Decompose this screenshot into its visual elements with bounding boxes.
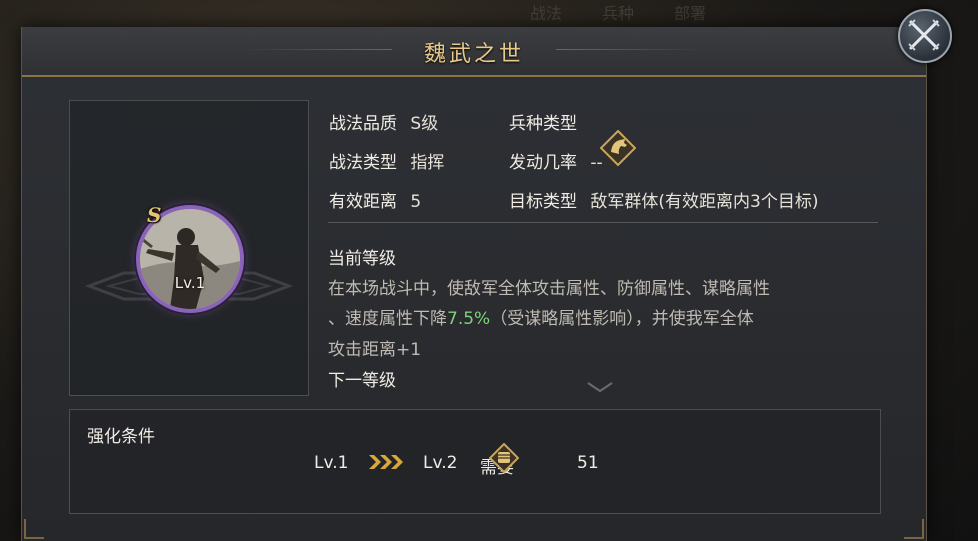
effect-value-highlight: 7.5%: [447, 309, 491, 329]
description-line-2: 、速度属性下降7.5%（受谋略属性影响），并使我军全体: [328, 304, 754, 329]
attr-troop-label: 兵种类型: [509, 114, 577, 134]
horse-head-icon[interactable]: [600, 130, 636, 166]
description-line-1: 在本场战斗中，使敌军全体攻击属性、防御属性、谋略属性: [328, 279, 770, 299]
grade-badge: S: [147, 203, 162, 227]
enhance-cost-value: 51: [577, 453, 599, 473]
corner-ornament-bl: [24, 519, 44, 539]
attr-quality-value: S级: [410, 114, 439, 134]
description-line-2b: （受谋略属性影响），并使我军全体: [490, 309, 754, 329]
enhance-from-level: Lv.1: [314, 453, 349, 473]
scroll-down-chevron-icon[interactable]: [586, 381, 614, 393]
attr-type: 战法类型 指挥: [329, 148, 444, 173]
attr-target-value: 敌军群体(有效距离内3个目标): [590, 192, 819, 212]
fist-token-icon: [489, 443, 519, 473]
attr-range: 有效距离 5: [329, 187, 421, 212]
attr-target-label: 目标类型: [509, 192, 577, 212]
current-level-heading: 当前等级: [328, 249, 396, 269]
triple-chevron-arrow-icon: [369, 455, 403, 469]
attr-type-value: 指挥: [410, 153, 445, 173]
attr-range-value: 5: [410, 192, 422, 212]
dialog-title-bar: 魏武之世: [22, 27, 926, 77]
bg-tab-1: 战法: [530, 4, 563, 23]
bg-tab-2: 兵种: [602, 4, 635, 23]
crossed-swords-close-icon: [908, 19, 940, 51]
next-level-heading: 下一等级: [328, 371, 396, 391]
description-line-2a: 、速度属性下降: [328, 309, 447, 329]
skill-level-label: Lv.1: [174, 274, 206, 292]
skill-detail-dialog: 魏武之世 S Lv.1 战法品质 S级 战法类型 指挥 有效距离 5 兵种类型 …: [21, 27, 927, 541]
title-ornament-right: [556, 49, 706, 50]
enhance-title: 强化条件: [87, 427, 155, 447]
description-line-3: 攻击距离+1: [328, 340, 422, 360]
attr-target: 目标类型 敌军群体(有效距离内3个目标): [509, 187, 819, 212]
close-button[interactable]: [898, 9, 952, 63]
background-tabs: 战法 兵种 部署: [520, 0, 910, 26]
attr-troop: 兵种类型: [509, 109, 577, 134]
enhance-to-level: Lv.2: [423, 453, 458, 473]
attr-trigger-value: --: [590, 153, 603, 173]
attr-type-label: 战法类型: [329, 153, 397, 173]
bg-tab-3: 部署: [674, 4, 707, 23]
attr-range-label: 有效距离: [329, 192, 397, 212]
enhance-conditions-box: 强化条件 Lv.1 Lv.2 需要 51: [69, 409, 881, 514]
attr-trigger: 发动几率 --: [509, 148, 603, 173]
attr-quality-label: 战法品质: [329, 114, 397, 134]
dialog-title: 魏武之世: [423, 42, 524, 67]
attribute-divider: [328, 222, 878, 223]
attr-quality: 战法品质 S级: [329, 109, 438, 134]
attr-trigger-label: 发动几率: [509, 153, 577, 173]
corner-ornament-br: [904, 519, 924, 539]
skill-portrait-frame: S Lv.1: [69, 100, 309, 396]
